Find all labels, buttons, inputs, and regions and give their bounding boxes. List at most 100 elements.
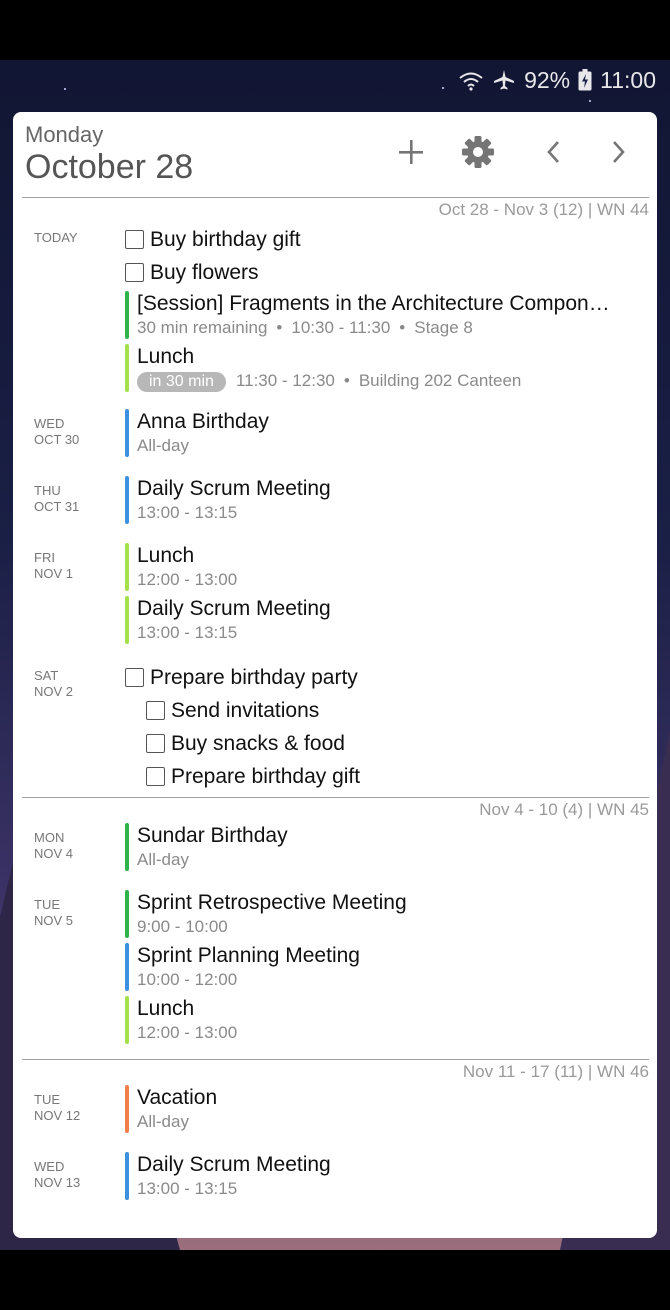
subtask-item[interactable]: Prepare birthday gift xyxy=(125,760,649,793)
task-text: Buy birthday gift xyxy=(150,227,301,251)
event-title: Vacation xyxy=(137,1086,218,1109)
event-item[interactable]: Daily Scrum Meeting 13:00 - 13:15 xyxy=(125,596,649,644)
event-remaining: 30 min remaining xyxy=(137,318,268,337)
event-location: Building 202 Canteen xyxy=(358,371,522,390)
day-name: SAT xyxy=(34,668,59,683)
event-color-bar xyxy=(125,596,129,644)
wifi-icon xyxy=(458,69,484,91)
chevron-right-icon xyxy=(610,139,628,170)
subtask-checkbox[interactable] xyxy=(146,734,165,753)
event-content: Vacation All-day xyxy=(137,1085,649,1133)
event-item[interactable]: Daily Scrum Meeting 13:00 - 13:15 xyxy=(125,1152,649,1200)
event-color-bar xyxy=(125,291,129,339)
day-group: WED NOV 13 Daily Scrum Meeting 13:00 - 1… xyxy=(22,1152,649,1205)
day-label: TUE NOV 12 xyxy=(22,1085,125,1138)
event-title: Sprint Retrospective Meeting xyxy=(137,891,407,914)
event-time: 12:00 - 13:00 xyxy=(137,570,238,589)
event-item[interactable]: Vacation All-day xyxy=(125,1085,649,1133)
subtask-item[interactable]: Send invitations xyxy=(125,694,649,727)
event-color-bar xyxy=(125,1085,129,1133)
battery-percent: 92% xyxy=(524,66,571,93)
day-label: FRI NOV 1 xyxy=(22,543,125,649)
star xyxy=(442,87,444,89)
day-label: WED NOV 13 xyxy=(22,1152,125,1205)
day-group: SAT NOV 2 Prepare birthday party Send in… xyxy=(22,661,649,793)
day-name: THU xyxy=(34,483,61,498)
week-header: Nov 4 - 10 (4) | WN 45 xyxy=(22,797,649,823)
event-content: [Session] Fragments in the Architecture … xyxy=(137,291,649,339)
header-date[interactable]: October 28 xyxy=(25,148,193,187)
subtask-checkbox[interactable] xyxy=(146,701,165,720)
day-name: TODAY xyxy=(34,230,78,245)
event-content: Sprint Retrospective Meeting 9:00 - 10:0… xyxy=(137,890,649,938)
day-items: Buy birthday gift Buy flowers [Session] … xyxy=(125,223,649,397)
event-content: Sprint Planning Meeting 10:00 - 12:00 xyxy=(137,943,649,991)
next-button[interactable] xyxy=(597,132,641,176)
event-title: Lunch xyxy=(137,544,195,567)
subtask-text: Prepare birthday gift xyxy=(171,764,361,788)
subtask-item[interactable]: Buy snacks & food xyxy=(125,727,649,760)
week-label: Nov 11 - 17 (11) | WN 46 xyxy=(462,1062,649,1081)
event-time: 13:00 - 13:15 xyxy=(137,503,238,522)
add-event-button[interactable] xyxy=(389,132,433,176)
calendar-widget: Monday October 28 Oct 28 - Nov 3 (12) | … xyxy=(13,112,657,1238)
event-item[interactable]: Sundar Birthday All-day xyxy=(125,823,649,871)
event-title: Daily Scrum Meeting xyxy=(137,477,331,500)
event-subtitle: 30 min remaining • 10:30 - 11:30 • Stage 8 xyxy=(137,318,473,337)
event-time: 13:00 - 13:15 xyxy=(137,623,238,642)
day-date: NOV 13 xyxy=(34,1175,81,1190)
event-content: Daily Scrum Meeting 13:00 - 13:15 xyxy=(137,596,649,644)
previous-button[interactable] xyxy=(531,132,575,176)
event-time: 10:00 - 12:00 xyxy=(137,970,238,989)
event-time: All-day xyxy=(137,436,189,455)
chevron-left-icon xyxy=(544,139,562,170)
task-item[interactable]: Prepare birthday party xyxy=(125,661,649,694)
day-items: Prepare birthday party Send invitations … xyxy=(125,661,649,793)
event-content: Anna Birthday All-day xyxy=(137,409,649,457)
event-title: Sundar Birthday xyxy=(137,824,288,847)
event-color-bar xyxy=(125,943,129,991)
event-time: All-day xyxy=(137,850,189,869)
event-item[interactable]: Anna Birthday All-day xyxy=(125,409,649,457)
event-item[interactable]: [Session] Fragments in the Architecture … xyxy=(125,291,649,339)
status-bar: 92% 11:00 xyxy=(458,60,656,100)
day-items: Sundar Birthday All-day xyxy=(125,823,649,876)
day-name: FRI xyxy=(34,550,55,565)
event-content: Lunch 12:00 - 13:00 xyxy=(137,543,649,591)
event-content: Lunch in 30 min 11:30 - 12:30 • Building 20… xyxy=(137,344,649,392)
event-item[interactable]: Lunch 12:00 - 13:00 xyxy=(125,996,649,1044)
task-checkbox[interactable] xyxy=(125,668,144,687)
event-color-bar xyxy=(125,996,129,1044)
task-item[interactable]: Buy flowers xyxy=(125,256,649,289)
day-name: MON xyxy=(34,830,65,845)
event-title: Daily Scrum Meeting xyxy=(137,1153,331,1176)
star xyxy=(64,88,66,90)
day-group: THU OCT 31 Daily Scrum Meeting 13:00 - 1… xyxy=(22,476,649,529)
day-name: WED xyxy=(34,1159,65,1174)
day-label: MON NOV 4 xyxy=(22,823,125,876)
day-name: TUE xyxy=(34,897,60,912)
day-label: TODAY xyxy=(22,223,125,397)
day-date: NOV 2 xyxy=(34,684,74,699)
event-item[interactable]: Sprint Planning Meeting 10:00 - 12:00 xyxy=(125,943,649,991)
task-checkbox[interactable] xyxy=(125,263,144,282)
day-date: OCT 31 xyxy=(34,499,80,514)
task-text: Prepare birthday party xyxy=(150,665,358,689)
settings-button[interactable] xyxy=(456,132,500,176)
day-date: NOV 12 xyxy=(34,1108,81,1123)
day-name: WED xyxy=(34,416,65,431)
event-item[interactable]: Daily Scrum Meeting 13:00 - 13:15 xyxy=(125,476,649,524)
day-date: NOV 5 xyxy=(34,913,74,928)
event-item[interactable]: Lunch in 30 min 11:30 - 12:30 • Building 20… xyxy=(125,344,649,392)
event-item[interactable]: Sprint Retrospective Meeting 9:00 - 10:0… xyxy=(125,890,649,938)
task-checkbox[interactable] xyxy=(125,230,144,249)
widget-header: Monday October 28 xyxy=(13,112,657,197)
subtask-checkbox[interactable] xyxy=(146,767,165,786)
event-title: [Session] Fragments in the Architecture … xyxy=(137,292,610,315)
bottom-black-bar xyxy=(0,1250,670,1310)
header-weekday[interactable]: Monday xyxy=(25,122,103,148)
task-item[interactable]: Buy birthday gift xyxy=(125,223,649,256)
day-group: WED OCT 30 Anna Birthday All-day xyxy=(22,409,649,462)
event-item[interactable]: Lunch 12:00 - 13:00 xyxy=(125,543,649,591)
event-content: Daily Scrum Meeting 13:00 - 13:15 xyxy=(137,1152,649,1200)
